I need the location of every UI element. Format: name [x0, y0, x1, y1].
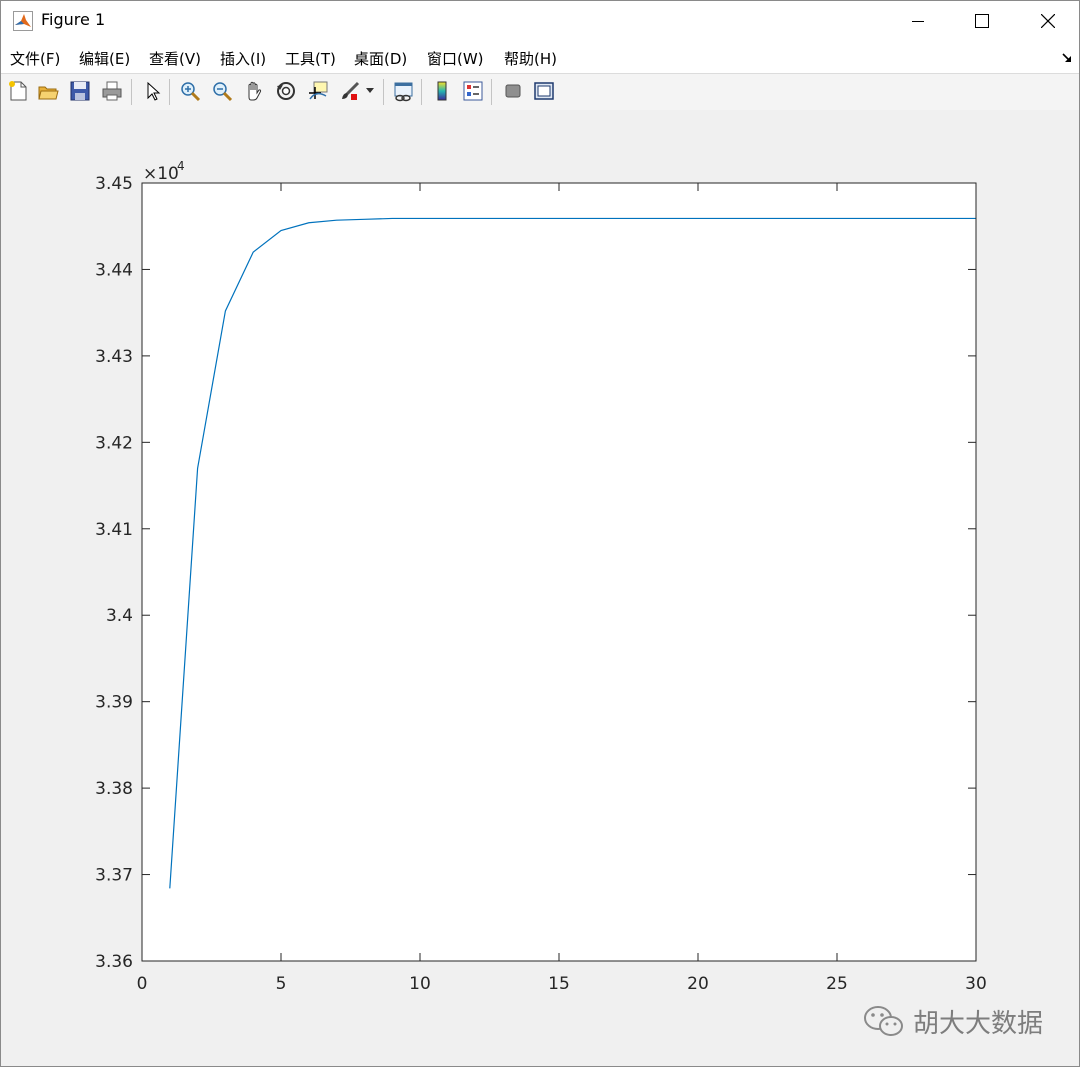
x-tick-label: 20 — [687, 974, 709, 994]
menu-help[interactable]: 帮助(H) — [504, 48, 557, 69]
save-icon — [70, 81, 90, 101]
colorbar-button[interactable] — [429, 78, 455, 104]
x-tick-label: 25 — [826, 974, 848, 994]
toolbar-separator — [421, 79, 422, 105]
zoom-in-button[interactable] — [177, 78, 203, 104]
menu-desktop[interactable]: 桌面(D) — [354, 48, 407, 69]
close-button[interactable] — [1025, 1, 1071, 41]
open-file-icon — [38, 86, 59, 100]
toolbar-separator — [169, 79, 170, 105]
minimize-button[interactable] — [895, 1, 941, 41]
figure-canvas-area: 0 5 10 15 20 25 30 3.36 3.37 3.38 3.39 3.4 3.41 3.42 3… — [1, 110, 1079, 1066]
toolbar-separator — [491, 79, 492, 105]
y-exponent-label: ×10 — [143, 164, 179, 184]
pointer-button[interactable] — [139, 78, 165, 104]
watermark-text: 胡大大数据 — [913, 1008, 1044, 1039]
y-exponent-power: 4 — [177, 159, 185, 173]
y-tick-label: 3.41 — [95, 520, 133, 540]
chevron-down-icon — [366, 88, 374, 93]
x-tick-label: 5 — [276, 974, 287, 994]
menu-window[interactable]: 窗口(W) — [427, 48, 484, 69]
show-plot-tools-button[interactable] — [531, 78, 557, 104]
legend-button[interactable] — [460, 78, 486, 104]
toolbar-separator — [131, 79, 132, 105]
data-cursor-button[interactable] — [305, 78, 331, 104]
legend-icon — [463, 81, 483, 101]
pointer-icon — [147, 81, 161, 101]
brush-icon — [342, 81, 360, 100]
x-tick-label: 15 — [548, 974, 570, 994]
menu-edit[interactable]: 编辑(E) — [79, 48, 130, 69]
menu-file[interactable]: 文件(F) — [10, 48, 60, 69]
colorbar-icon — [437, 81, 447, 101]
close-icon — [1041, 14, 1055, 28]
figure-window: Figure 1 文件(F) 编辑(E) 查看(V) 插入(I) 工具(T) 桌… — [0, 0, 1080, 1067]
y-tick-label: 3.42 — [95, 433, 133, 453]
save-button[interactable] — [67, 78, 93, 104]
maximize-icon — [975, 14, 989, 28]
y-tick-label: 3.4 — [106, 606, 133, 626]
plot-area[interactable] — [142, 183, 976, 961]
x-tick-label: 10 — [409, 974, 431, 994]
menu-bar: 文件(F) 编辑(E) 查看(V) 插入(I) 工具(T) 桌面(D) 窗口(W… — [1, 41, 1079, 73]
brush-dropdown-button[interactable] — [363, 78, 377, 104]
rotate-3d-button[interactable] — [273, 78, 299, 104]
dock-arrow-icon[interactable] — [1061, 52, 1073, 64]
y-tick-label: 3.37 — [95, 866, 133, 886]
rotate-3d-icon — [277, 82, 295, 100]
x-tick-label: 0 — [137, 974, 148, 994]
hide-plot-tools-button[interactable] — [500, 78, 526, 104]
watermark: 胡大大数据 — [863, 1003, 1043, 1039]
hide-plot-tools-icon — [505, 84, 521, 98]
toolbar-separator — [383, 79, 384, 105]
matlab-logo-icon — [13, 11, 33, 31]
maximize-button[interactable] — [959, 1, 1005, 41]
y-tick-label: 3.44 — [95, 260, 133, 280]
print-button[interactable] — [99, 78, 125, 104]
y-tick-label: 3.45 — [95, 174, 133, 194]
zoom-out-icon — [213, 82, 233, 102]
pan-button[interactable] — [241, 78, 267, 104]
y-tick-label: 3.39 — [95, 693, 133, 713]
menu-tools[interactable]: 工具(T) — [285, 48, 336, 69]
y-tick-label: 3.38 — [95, 779, 133, 799]
pan-hand-icon — [248, 81, 262, 101]
y-tick-label: 3.36 — [95, 952, 133, 972]
window-title: Figure 1 — [41, 10, 106, 29]
y-tick-label: 3.43 — [95, 347, 133, 367]
wechat-icon — [864, 1006, 903, 1036]
minimize-icon — [912, 21, 924, 22]
open-file-button[interactable] — [35, 78, 61, 104]
link-plot-icon — [394, 82, 413, 102]
print-icon — [102, 81, 122, 101]
menu-insert[interactable]: 插入(I) — [220, 48, 266, 69]
show-plot-tools-icon — [534, 82, 554, 100]
new-figure-icon — [9, 81, 27, 101]
x-tick-label: 30 — [965, 974, 987, 994]
zoom-in-icon — [181, 82, 201, 102]
menu-view[interactable]: 查看(V) — [149, 48, 201, 69]
brush-button[interactable] — [337, 78, 363, 104]
new-figure-button[interactable] — [5, 78, 31, 104]
link-plot-button[interactable] — [390, 78, 416, 104]
data-cursor-icon — [309, 81, 328, 100]
zoom-out-button[interactable] — [209, 78, 235, 104]
title-bar[interactable]: Figure 1 — [1, 1, 1079, 41]
line-plot[interactable]: 0 5 10 15 20 25 30 3.36 3.37 3.38 3.39 3.4 3.41 3.42 3… — [1, 110, 1079, 1066]
figure-toolbar — [1, 73, 1079, 111]
